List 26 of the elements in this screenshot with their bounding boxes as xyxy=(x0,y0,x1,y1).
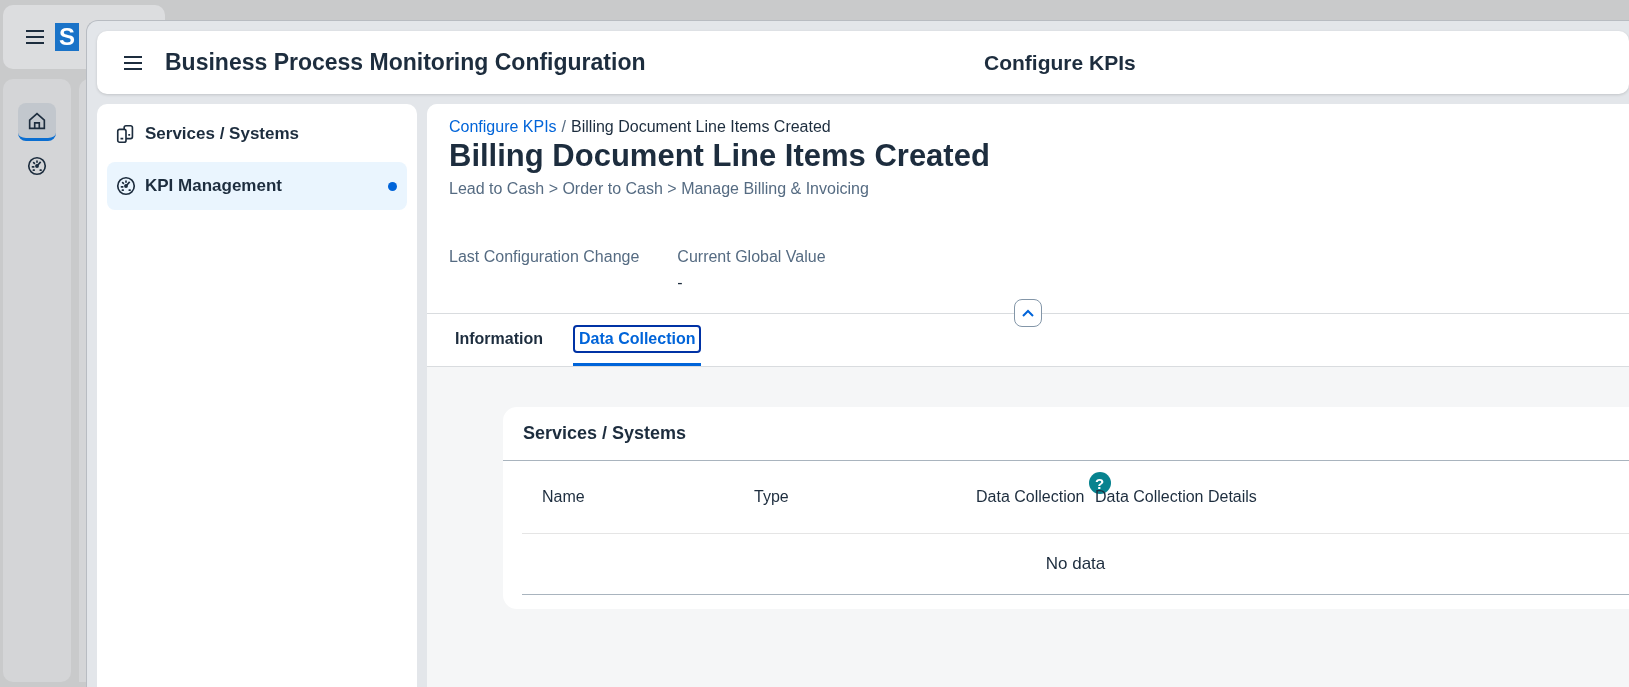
breadcrumb-link[interactable]: Configure KPIs xyxy=(449,118,557,136)
no-data-text: No data xyxy=(522,534,1629,595)
column-header: Type xyxy=(754,488,789,506)
breadcrumb-current: Billing Document Line Items Created xyxy=(571,118,831,136)
gauge-icon xyxy=(115,175,137,197)
attribute-value: - xyxy=(677,274,684,292)
breadcrumb-separator: / xyxy=(561,118,567,136)
app-title: Business Process Monitoring Configuration xyxy=(165,49,647,76)
menu-button[interactable] xyxy=(25,29,45,45)
section-title: Services / Systems xyxy=(503,407,1629,461)
nav-item[interactable]: Services / Systems xyxy=(107,110,407,158)
attribute-label: Current Global Value xyxy=(677,248,826,266)
process-path: Lead to Cash > Order to Cash > Manage Billing & Invoicing xyxy=(449,180,870,198)
nav-item[interactable]: KPI Management xyxy=(107,162,407,210)
rail-item[interactable] xyxy=(18,103,56,141)
logo: S xyxy=(55,23,79,51)
column-header: Data Collection xyxy=(976,488,1085,506)
attribute-label: Last Configuration Change xyxy=(449,248,640,266)
page-title: Configure KPIs xyxy=(984,50,1136,75)
tab[interactable]: Information xyxy=(449,314,549,366)
menu-button[interactable] xyxy=(123,54,143,71)
column-header: Name xyxy=(542,488,585,506)
object-title: Billing Document Line Items Created xyxy=(449,138,991,174)
collapse-button[interactable] xyxy=(1014,299,1042,327)
chevron-up-icon xyxy=(1022,309,1034,317)
gauge-icon xyxy=(26,155,48,177)
